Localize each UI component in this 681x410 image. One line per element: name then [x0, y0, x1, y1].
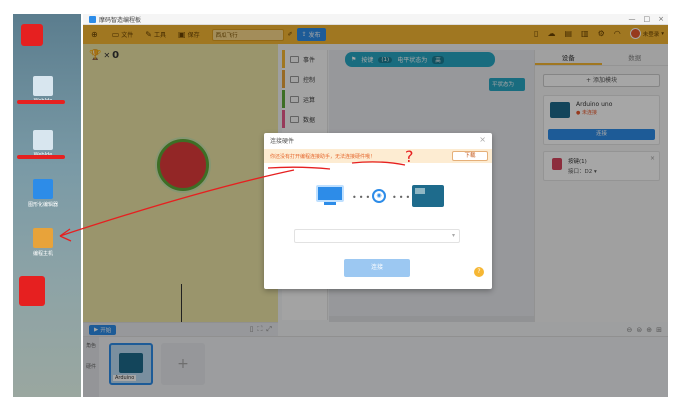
minimize-button[interactable]: —: [629, 15, 636, 23]
desktop-icon-label: 编程主机: [32, 251, 53, 257]
redaction-mark: [21, 24, 43, 46]
chevron-down-icon: ▾: [451, 232, 455, 239]
desktop-icon-programming-host[interactable]: 编程主机: [19, 228, 67, 257]
warning-banner: 你还没有打开编程连接助手，无法连接硬件哦！ 下载: [264, 149, 492, 163]
file-icon: [33, 130, 53, 150]
connect-button[interactable]: 连接: [344, 259, 410, 277]
desktop-icon-webide-2[interactable]: WebIde: [19, 130, 67, 158]
maximize-button[interactable]: □: [644, 15, 651, 23]
port-select[interactable]: ▾: [294, 229, 460, 243]
app-logo-icon: [89, 15, 96, 23]
arduino-board-icon: [412, 185, 444, 207]
dialog-title: 连接硬件: [270, 137, 295, 145]
warning-text: 你还没有打开编程连接助手，无法连接硬件哦！: [270, 153, 376, 160]
desktop-icon-label: 图形化编辑器: [27, 202, 58, 208]
desktop: WebIde WebIde 图形化编辑器 编程主机: [13, 14, 81, 397]
help-icon[interactable]: ?: [474, 267, 484, 277]
file-icon: [33, 76, 53, 96]
lock-icon: ◉: [372, 189, 386, 203]
download-button[interactable]: 下载: [452, 151, 488, 161]
redaction-mark: [17, 155, 65, 159]
redaction-mark: [19, 276, 45, 306]
close-icon[interactable]: ×: [479, 135, 486, 144]
dots-right: •••: [392, 193, 413, 202]
title-bar: 摩码智造编程板 — □ ×: [83, 14, 668, 25]
computer-icon: [316, 185, 344, 205]
window-title: 摩码智造编程板: [99, 16, 142, 24]
close-button[interactable]: ×: [658, 15, 664, 23]
app-icon: [33, 179, 53, 199]
app-icon: [33, 228, 53, 248]
redaction-mark: [17, 100, 65, 104]
dots-left: •••: [352, 193, 373, 202]
desktop-icon-editor[interactable]: 图形化编辑器: [19, 179, 67, 208]
connect-hardware-dialog: 连接硬件 × 你还没有打开编程连接助手，无法连接硬件哦！ 下载 ••• ◉ ••…: [264, 133, 492, 289]
